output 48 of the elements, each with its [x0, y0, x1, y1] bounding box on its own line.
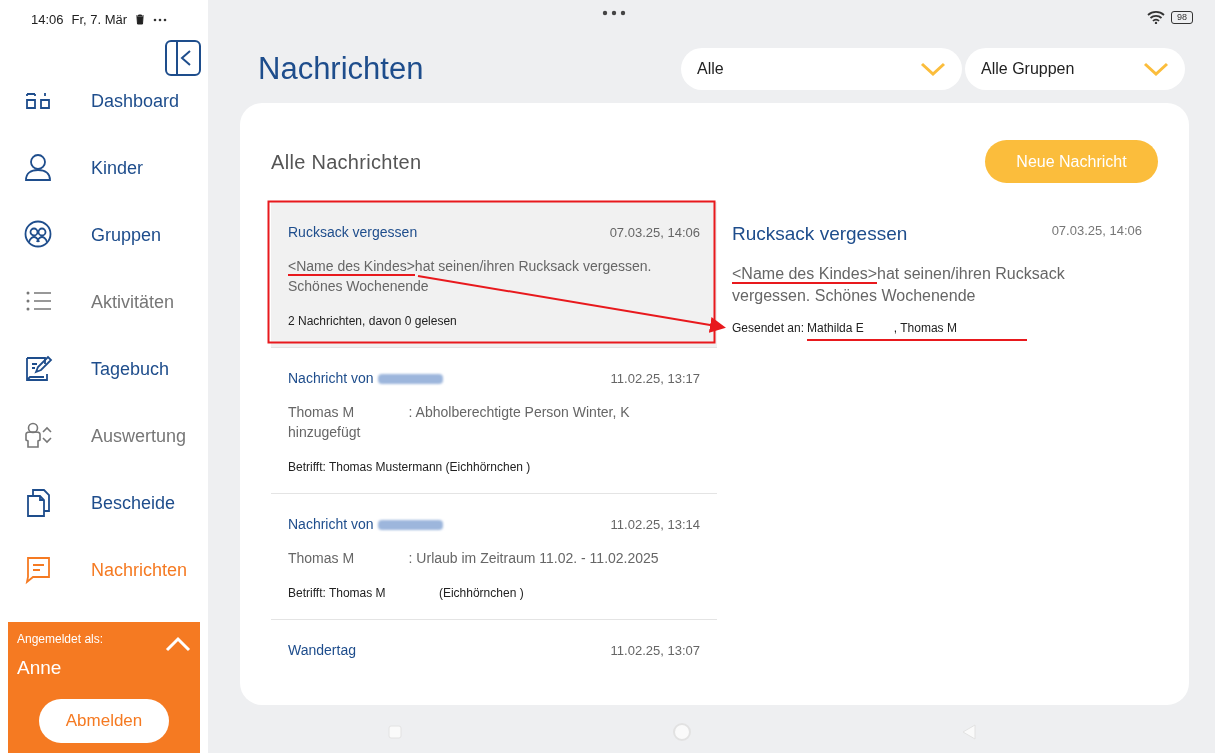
recipients-label: Gesendet an:	[732, 319, 805, 337]
detail-body: <Name des Kindes>hat seinen/ihren Rucksack vergessen. Schönes Wochenende	[732, 263, 1066, 306]
sidebar-item[interactable]: Kinder	[0, 134, 208, 202]
message-preview: Thomas M : Abholberechtigte Person Winter, K hinzugefügt	[288, 403, 631, 442]
detail-date: 07.03.25, 14:06	[1051, 222, 1142, 240]
collapse-sidebar-button[interactable]	[165, 39, 201, 76]
filter-dropdown[interactable]: Alle	[681, 48, 962, 90]
sidebar-item[interactable]: Dashboard	[0, 67, 208, 135]
status-time: 14:06	[31, 11, 64, 29]
more-icon	[602, 10, 626, 16]
message-date: 07.03.25, 14:06	[609, 223, 700, 242]
message-date: 11.02.25, 13:17	[610, 369, 700, 388]
filter-dropdown[interactable]: Alle Gruppen	[965, 48, 1185, 90]
message-date: 11.02.25, 13:14	[610, 515, 700, 534]
message-preview: <Name des Kindes>hat seinen/ihren Rucksack vergessen. Schönes Wochenende	[288, 257, 653, 296]
message-meta: 2 Nachrichten, davon 0 gelesen	[288, 313, 458, 330]
chevron-down-icon	[920, 62, 946, 76]
sidebar-item[interactable]: Bescheide	[0, 469, 208, 537]
message-meta: Betrifft: Thomas M (Eichhörnchen )	[288, 585, 525, 602]
nav-icon	[24, 421, 54, 451]
recipients: Mathilda E , Thomas M	[807, 318, 1027, 341]
nav-icon	[24, 354, 54, 384]
user-name: Anne	[17, 656, 63, 680]
message-preview: Thomas M : Urlaub im Zeitraum 11.02. - 11.02.2025	[288, 549, 660, 568]
more-icon	[153, 17, 168, 22]
message-item[interactable]: Rucksack vergessen 07.03.25, 14:06 <Name des Kindes>hat seinen/ihren Rucksack vergessen. Schönes Wochenende 2 Nachrichten, davon 0 gelesen	[271, 202, 717, 348]
message-title: Wandertag	[288, 641, 356, 660]
message-title: Nachricht von	[288, 369, 374, 388]
nav-icon	[24, 220, 54, 250]
message-title: Rucksack vergessen	[288, 223, 418, 242]
trash-icon	[135, 14, 146, 26]
chevron-up-icon[interactable]	[165, 636, 191, 652]
chevron-down-icon	[1143, 62, 1169, 76]
section-heading: Alle Nachrichten	[271, 149, 422, 175]
page-title: Nachrichten	[258, 49, 425, 88]
battery-level: 98	[1171, 10, 1193, 24]
nav-icon	[24, 153, 54, 183]
wifi-icon	[1147, 10, 1165, 24]
triangle-nav-icon[interactable]	[961, 724, 976, 740]
detail-title: Rucksack vergessen	[732, 222, 908, 246]
sidebar-item[interactable]: Gruppen	[0, 201, 208, 269]
status-date: Fr, 7. Mär	[71, 11, 128, 29]
sidebar-item[interactable]: Tagebuch	[0, 335, 208, 403]
message-date: 11.02.25, 13:07	[610, 641, 700, 660]
logged-in-caption: Angemeldet als:	[17, 631, 104, 648]
message-meta: Betrifft: Thomas Mustermann (Eichhörnchen )	[288, 459, 532, 476]
circle-nav-icon[interactable]	[671, 722, 692, 742]
message-title: Nachricht von	[288, 515, 374, 534]
